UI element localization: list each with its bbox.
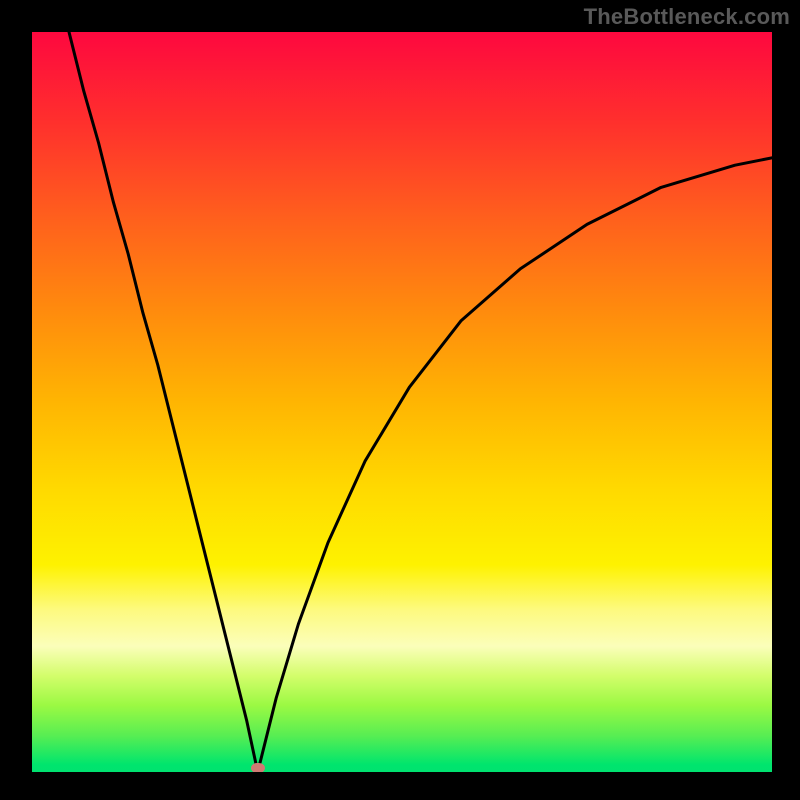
watermark-text: TheBottleneck.com	[584, 4, 790, 30]
chart-frame: TheBottleneck.com	[0, 0, 800, 800]
curve-layer	[32, 32, 772, 772]
min-marker	[251, 763, 265, 772]
plot-area	[32, 32, 772, 772]
bottleneck-curve	[69, 32, 772, 772]
